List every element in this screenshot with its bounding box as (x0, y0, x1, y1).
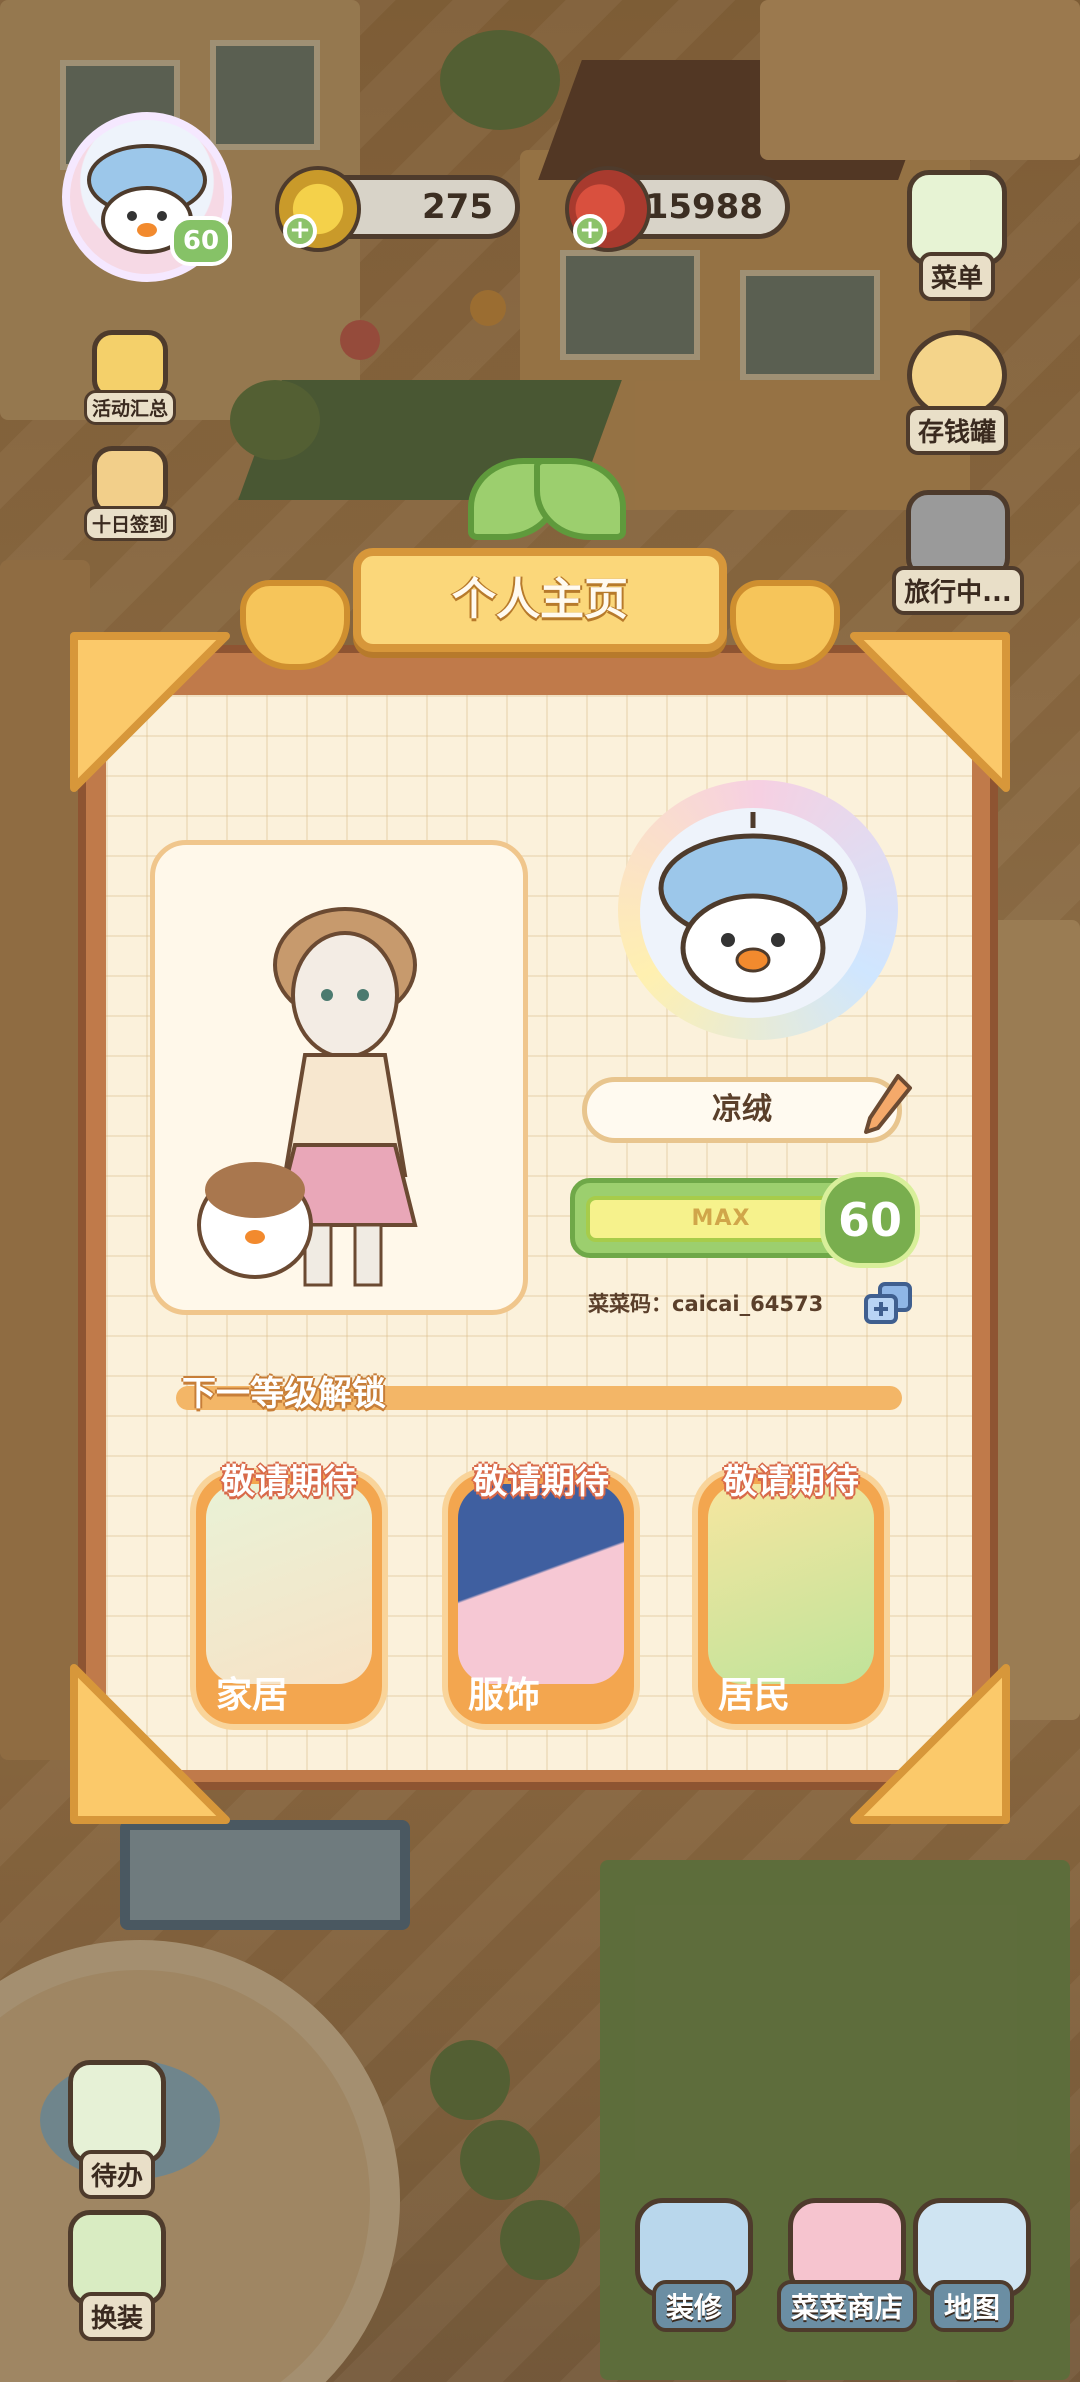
shop-button[interactable]: 菜菜商店 (762, 2198, 932, 2332)
events-label: 活动汇总 (83, 390, 176, 425)
panel-corner-top-left (70, 632, 230, 792)
player-code: 菜菜码：caicai_64573 (588, 1292, 824, 1316)
piggy-bank-label: 存钱罐 (905, 406, 1008, 455)
add-coin-button[interactable]: + (283, 214, 317, 248)
menu-button-label: 菜单 (918, 252, 995, 301)
unlock-card-label: 服饰 (468, 1675, 541, 1716)
menu-button[interactable]: 菜单 (902, 170, 1012, 301)
unlock-card-residents[interactable]: 居民 (692, 1468, 890, 1730)
player-level-badge: 60 (170, 216, 232, 266)
ingredient-value: 15988 (644, 187, 763, 227)
travel-button[interactable]: 旅行中... (888, 490, 1028, 615)
unlock-card-furniture[interactable]: 家居 (190, 1468, 388, 1730)
character-portrait[interactable] (150, 840, 528, 1315)
map-button[interactable]: 地图 (908, 2198, 1036, 2332)
copy-icon[interactable] (862, 1280, 916, 1328)
profile-avatar[interactable] (640, 808, 866, 1018)
furniture-icon (206, 1484, 372, 1684)
ribbon-right (730, 580, 840, 670)
duck-mascot-icon (658, 812, 848, 1003)
unlock-card-label: 居民 (718, 1675, 791, 1716)
player-name: 凉绒 (712, 1092, 772, 1127)
todo-clipboard-icon (68, 2060, 166, 2164)
dress-up-button[interactable]: 换装 (58, 2210, 176, 2341)
checkin-label: 十日签到 (83, 506, 176, 541)
panel-title: 个人主页 (452, 574, 628, 625)
residents-icon (708, 1484, 874, 1684)
todo-label: 待办 (78, 2150, 155, 2199)
coming-soon-badge: 敬请期待 (221, 1462, 357, 1502)
coin-value: 275 (422, 187, 493, 227)
player-avatar[interactable]: 60 (62, 112, 232, 282)
ingredient-counter[interactable]: + 15988 (565, 166, 790, 252)
shop-label: 菜菜商店 (776, 2280, 917, 2332)
todo-button[interactable]: 待办 (58, 2060, 176, 2199)
level-progress-fill: MAX (586, 1196, 856, 1242)
player-name-field[interactable]: 凉绒 (582, 1077, 902, 1143)
edit-pencil-icon[interactable] (862, 1072, 914, 1138)
piggy-bank-button[interactable]: 存钱罐 (894, 330, 1020, 455)
unlock-card-clothing[interactable]: 服饰 (442, 1468, 640, 1730)
ribbon-left (240, 580, 350, 670)
panel-title-plate: 个人主页 (353, 548, 727, 652)
decorate-button[interactable]: 装修 (630, 2198, 758, 2332)
clothing-icon (458, 1484, 624, 1684)
character-figure-icon (197, 907, 418, 1287)
checkin-button[interactable]: 十日签到 (80, 446, 180, 541)
level-badge: 60 (820, 1172, 920, 1268)
panel-corner-top-right (850, 632, 1010, 792)
coin-counter[interactable]: + 275 (275, 166, 520, 252)
decorate-label: 装修 (651, 2280, 736, 2332)
travel-label: 旅行中... (892, 566, 1024, 615)
add-ingredient-button[interactable]: + (573, 214, 607, 248)
coming-soon-badge: 敬请期待 (473, 1462, 609, 1502)
dress-up-label: 换装 (78, 2292, 155, 2341)
unlock-card-label: 家居 (216, 1675, 289, 1716)
section-title: 下一等级解锁 (182, 1374, 386, 1414)
events-button[interactable]: 活动汇总 (80, 330, 180, 425)
map-label: 地图 (929, 2280, 1014, 2332)
coming-soon-badge: 敬请期待 (723, 1462, 859, 1502)
